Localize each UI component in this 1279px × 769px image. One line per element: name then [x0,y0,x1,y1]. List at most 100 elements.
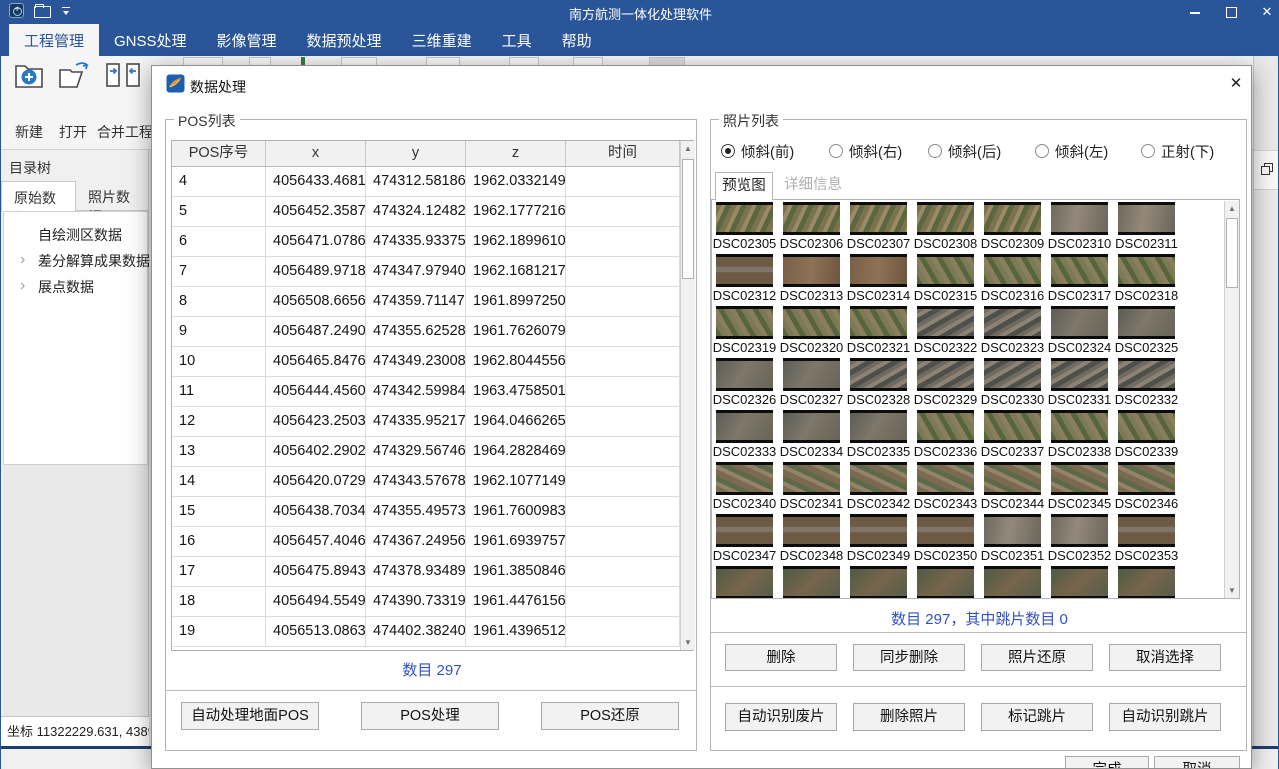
photo-thumbnail[interactable] [1118,358,1175,391]
pos-button-2[interactable]: POS处理 [361,702,499,730]
photo-thumbnail[interactable] [850,566,907,599]
pos-table-row[interactable]: 134056402.2902...474329.56746...1964.282… [172,437,680,467]
photo-thumbnail[interactable] [716,254,773,287]
photo-thumbnail[interactable] [783,514,840,547]
photo-grid-scrollbar[interactable]: ▲▼ [1224,201,1239,598]
scrollbar-thumb[interactable] [682,159,694,279]
toolbar-open-project-button[interactable]: 打开 [53,60,93,142]
photo-thumbnail[interactable] [1118,462,1175,495]
photo-thumbnail[interactable] [917,254,974,287]
minimize-button[interactable] [1188,5,1202,19]
photo-thumbnail[interactable] [1118,254,1175,287]
radio-倾斜(右)[interactable]: 倾斜(右) [829,140,902,162]
photo-thumbnail[interactable] [850,410,907,443]
photo-thumbnail[interactable] [1051,254,1108,287]
pos-table-row[interactable]: 44056433.4681...474312.58186...1962.0332… [172,167,680,197]
photo-thumbnail[interactable] [917,514,974,547]
photo-thumbnail[interactable] [716,566,773,599]
pos-table-row[interactable]: 184056494.5549...474390.73319...1961.447… [172,587,680,617]
menu-tab-4[interactable]: 数据预处理 [292,24,397,56]
pos-table-row[interactable]: 114056444.4560...474342.59984...1963.475… [172,377,680,407]
photo-thumbnail[interactable] [850,202,907,235]
photo-thumbnail[interactable] [1118,410,1175,443]
photo-thumbnail[interactable] [1118,306,1175,339]
pos-button-1[interactable]: 自动处理地面POS [181,702,319,730]
photo-thumbnail[interactable] [850,462,907,495]
pos-table-row[interactable]: 194056513.0863...474402.38240...1961.439… [172,617,680,647]
menu-tab-2[interactable]: GNSS处理 [99,24,202,56]
photo-thumbnail[interactable] [984,306,1041,339]
menu-tab-1[interactable]: 工程管理 [9,24,99,56]
radio-circle-icon[interactable] [721,144,735,158]
photo-thumbnail[interactable] [984,410,1041,443]
cascade-windows-icon[interactable] [1261,163,1273,175]
menu-tab-3[interactable]: 影像管理 [202,24,292,56]
photo-button-标记跳片[interactable]: 标记跳片 [981,703,1093,731]
photo-thumbnail[interactable] [917,306,974,339]
dialog-footer-button-完成[interactable]: 完成 [1065,756,1149,769]
radio-circle-icon[interactable] [829,144,843,158]
photo-thumbnail[interactable] [984,202,1041,235]
radio-circle-icon[interactable] [1141,144,1155,158]
pos-table-row[interactable]: 64056471.0786...474335.93375...1962.1899… [172,227,680,257]
photo-button-删除[interactable]: 删除 [725,644,837,671]
photo-thumbnail[interactable] [984,514,1041,547]
photo-thumbnail[interactable] [716,358,773,391]
photo-thumbnail[interactable] [783,410,840,443]
photo-thumbnail[interactable] [716,202,773,235]
tree-item-3[interactable]: ›展点数据 [4,274,147,300]
pos-table-row[interactable]: 174056475.8943...474378.93489...1961.385… [172,557,680,587]
photo-thumbnail[interactable] [1051,566,1108,599]
photo-thumbnail[interactable] [1051,514,1108,547]
photo-thumbnail[interactable] [917,202,974,235]
radio-circle-icon[interactable] [928,144,942,158]
photo-thumbnail[interactable] [850,306,907,339]
photo-button-取消选择[interactable]: 取消选择 [1109,644,1221,671]
menu-tab-7[interactable]: 帮助 [547,24,607,56]
photo-thumbnail[interactable] [850,358,907,391]
photo-thumbnail[interactable] [984,462,1041,495]
photo-thumbnail[interactable] [850,514,907,547]
photo-tab-details[interactable]: 详细信息 [773,172,853,200]
photo-thumbnail[interactable] [716,306,773,339]
radio-倾斜(左)[interactable]: 倾斜(左) [1035,140,1108,162]
pos-table-scrollbar[interactable]: ▲▼ [680,141,695,650]
photo-thumbnail[interactable] [716,410,773,443]
scroll-down-icon[interactable]: ▼ [1225,583,1239,598]
photo-button-同步删除[interactable]: 同步删除 [853,644,965,671]
radio-倾斜(后)[interactable]: 倾斜(后) [928,140,1001,162]
photo-tab-preview[interactable]: 预览图 [715,172,773,200]
photo-button-自动识别跳片[interactable]: 自动识别跳片 [1109,703,1221,731]
pos-button-3[interactable]: POS还原 [541,702,679,730]
toolbar-new-project-button[interactable]: 新建 [9,60,49,142]
radio-倾斜(前)[interactable]: 倾斜(前) [721,140,794,162]
photo-thumbnail[interactable] [1051,462,1108,495]
radio-circle-icon[interactable] [1035,144,1049,158]
photo-thumbnail[interactable] [917,566,974,599]
menu-tab-5[interactable]: 三维重建 [397,24,487,56]
photo-thumbnail[interactable] [984,254,1041,287]
photo-thumbnail[interactable] [1118,514,1175,547]
photo-thumbnail[interactable] [917,410,974,443]
photo-thumbnail[interactable] [1051,306,1108,339]
photo-thumbnail[interactable] [783,566,840,599]
photo-thumbnail[interactable] [1051,202,1108,235]
tree-item-1[interactable]: 自绘测区数据 [4,222,147,248]
photo-thumbnail[interactable] [783,462,840,495]
photo-thumbnail[interactable] [1051,410,1108,443]
photo-thumbnail[interactable] [850,254,907,287]
photo-thumbnail[interactable] [984,358,1041,391]
close-window-button[interactable]: ✕ [1260,5,1274,19]
tree-item-2[interactable]: ›差分解算成果数据 [4,248,147,274]
photo-thumbnail[interactable] [1118,566,1175,599]
scrollbar-thumb[interactable] [1226,218,1238,288]
chevron-right-icon[interactable]: › [20,248,25,272]
pos-table-row[interactable]: 124056423.2503...474335.95217...1964.046… [172,407,680,437]
photo-thumbnail[interactable] [783,358,840,391]
pos-table-row[interactable]: 154056438.7034...474355.49573...1961.760… [172,497,680,527]
photo-thumbnail[interactable] [917,462,974,495]
scroll-up-icon[interactable]: ▲ [1225,201,1239,216]
photo-button-照片还原[interactable]: 照片还原 [981,644,1093,671]
pos-table-row[interactable]: 164056457.4046...474367.24956...1961.693… [172,527,680,557]
photo-thumbnail[interactable] [1051,358,1108,391]
